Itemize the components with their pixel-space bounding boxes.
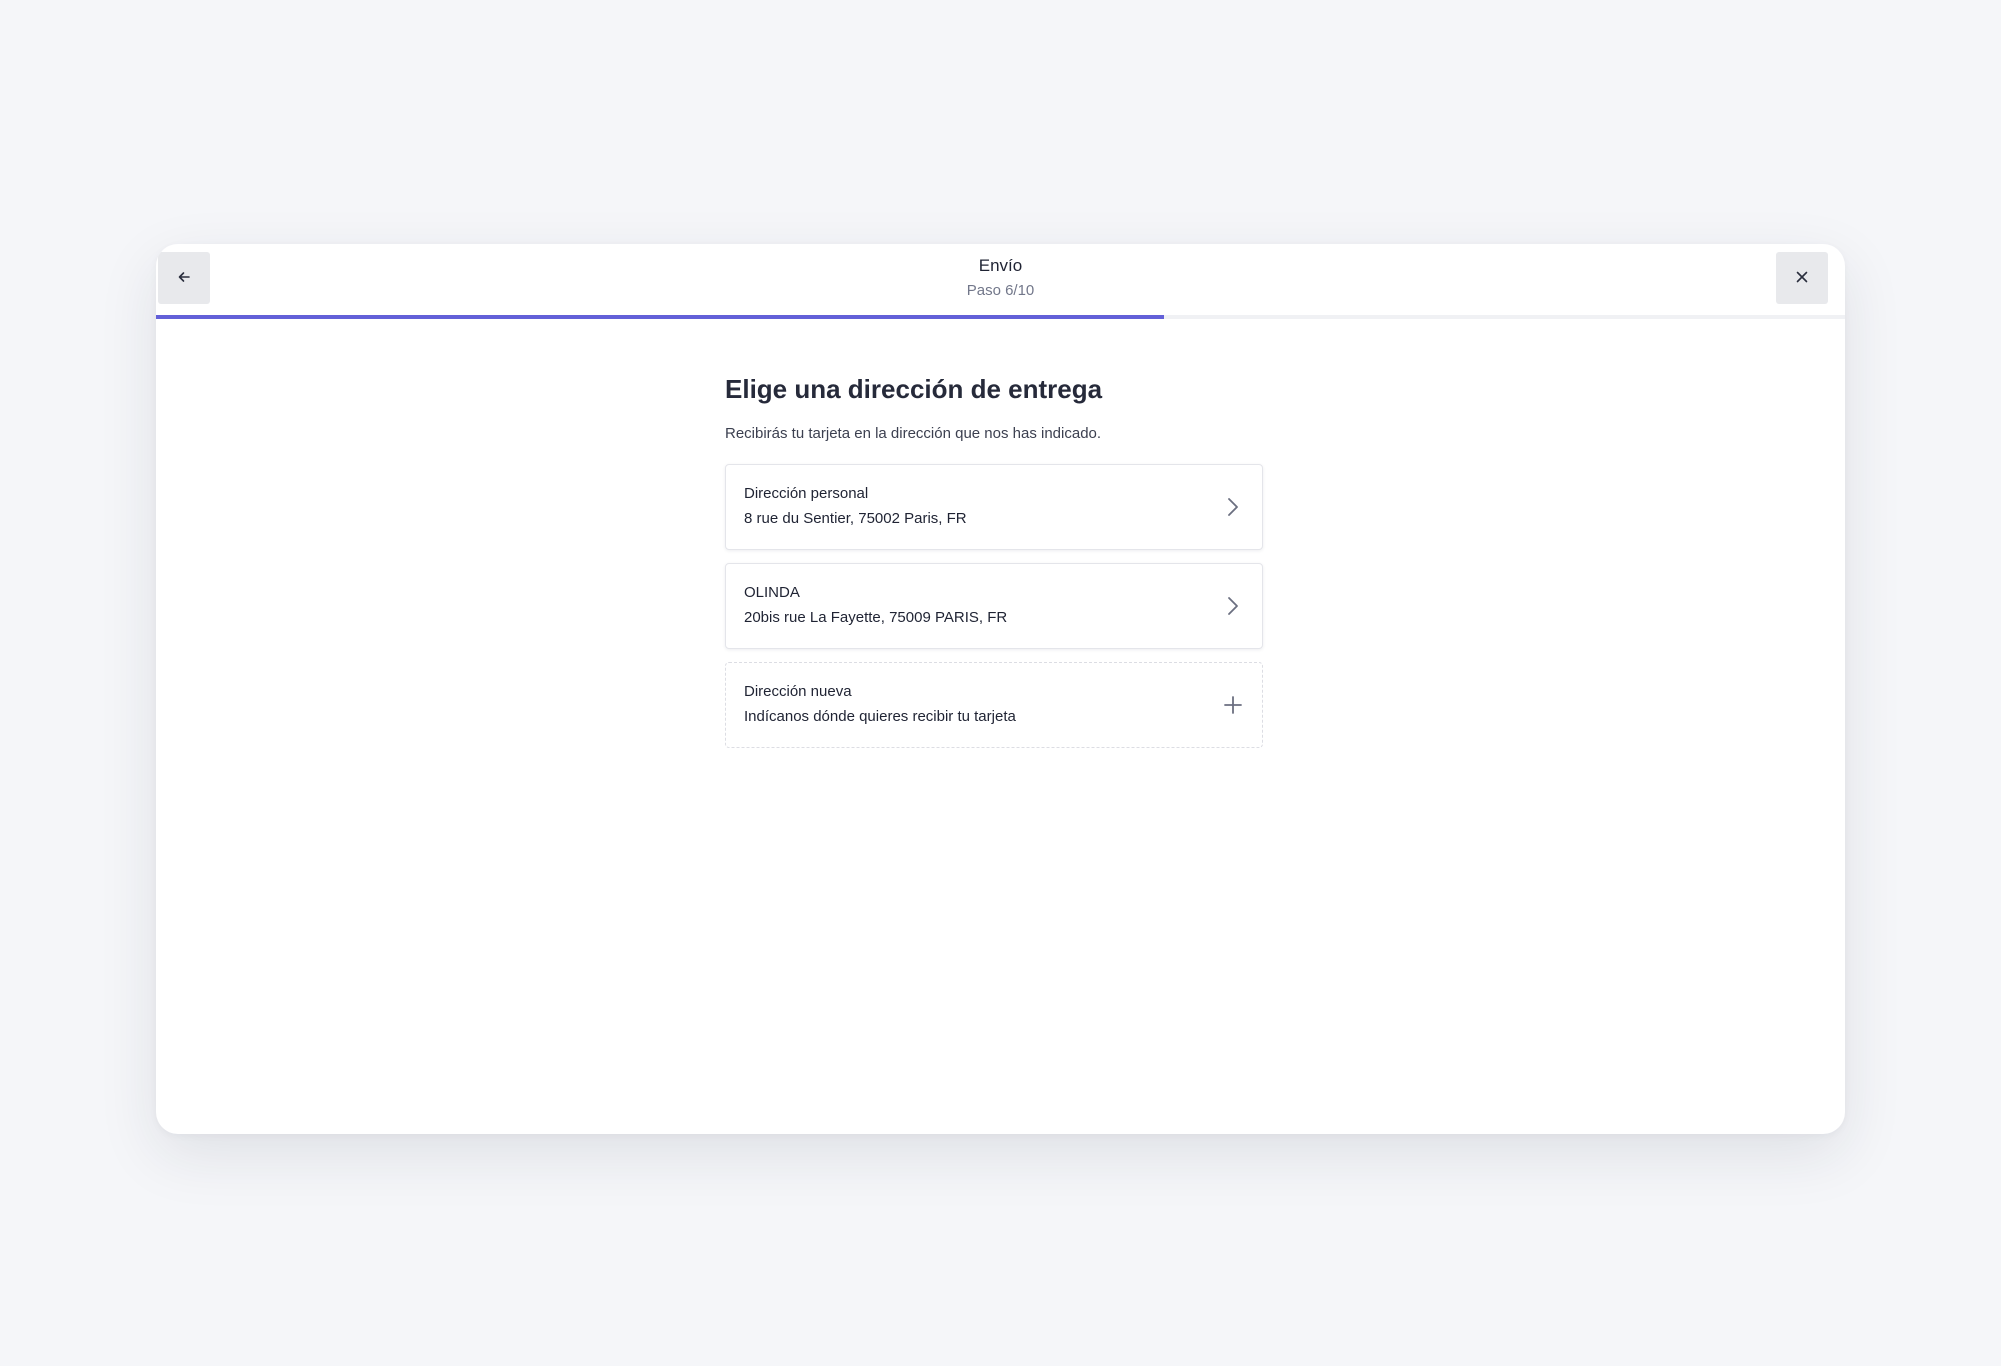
address-title: OLINDA	[744, 584, 800, 601]
modal: Envío Paso 6/10 Elige una dirección de e…	[156, 244, 1845, 1134]
chevron-right-icon	[1222, 496, 1244, 518]
address-option-olinda[interactable]: OLINDA 20bis rue La Fayette, 75009 PARIS…	[725, 563, 1263, 649]
address-option-personal[interactable]: Dirección personal 8 rue du Sentier, 750…	[725, 464, 1263, 550]
address-list: Dirección personal 8 rue du Sentier, 750…	[725, 464, 1263, 748]
step-indicator: Paso 6/10	[966, 282, 1035, 299]
progress-bar-fill	[156, 315, 1165, 319]
main-content: Elige una dirección de entrega Recibirás…	[725, 372, 1263, 761]
address-title: Dirección personal	[744, 485, 869, 502]
new-address-title: Dirección nueva	[744, 683, 852, 700]
header-title: Envío	[978, 256, 1023, 275]
close-button[interactable]	[1776, 252, 1828, 304]
address-line: 20bis rue La Fayette, 75009 PARIS, FR	[744, 609, 1008, 626]
new-address-option[interactable]: Dirección nueva Indícanos dónde quieres …	[725, 662, 1263, 748]
address-line: 8 rue du Sentier, 75002 Paris, FR	[744, 510, 967, 527]
new-address-description: Indícanos dónde quieres recibir tu tarje…	[744, 708, 1016, 725]
chevron-right-icon	[1222, 595, 1244, 617]
page-subtitle: Recibirás tu tarjeta en la dirección que…	[725, 425, 1102, 442]
plus-icon	[1222, 694, 1244, 716]
progress-bar	[156, 315, 1845, 319]
close-icon	[1794, 269, 1810, 288]
modal-header: Envío Paso 6/10	[156, 244, 1845, 314]
page-title: Elige una dirección de entrega	[725, 374, 1103, 404]
